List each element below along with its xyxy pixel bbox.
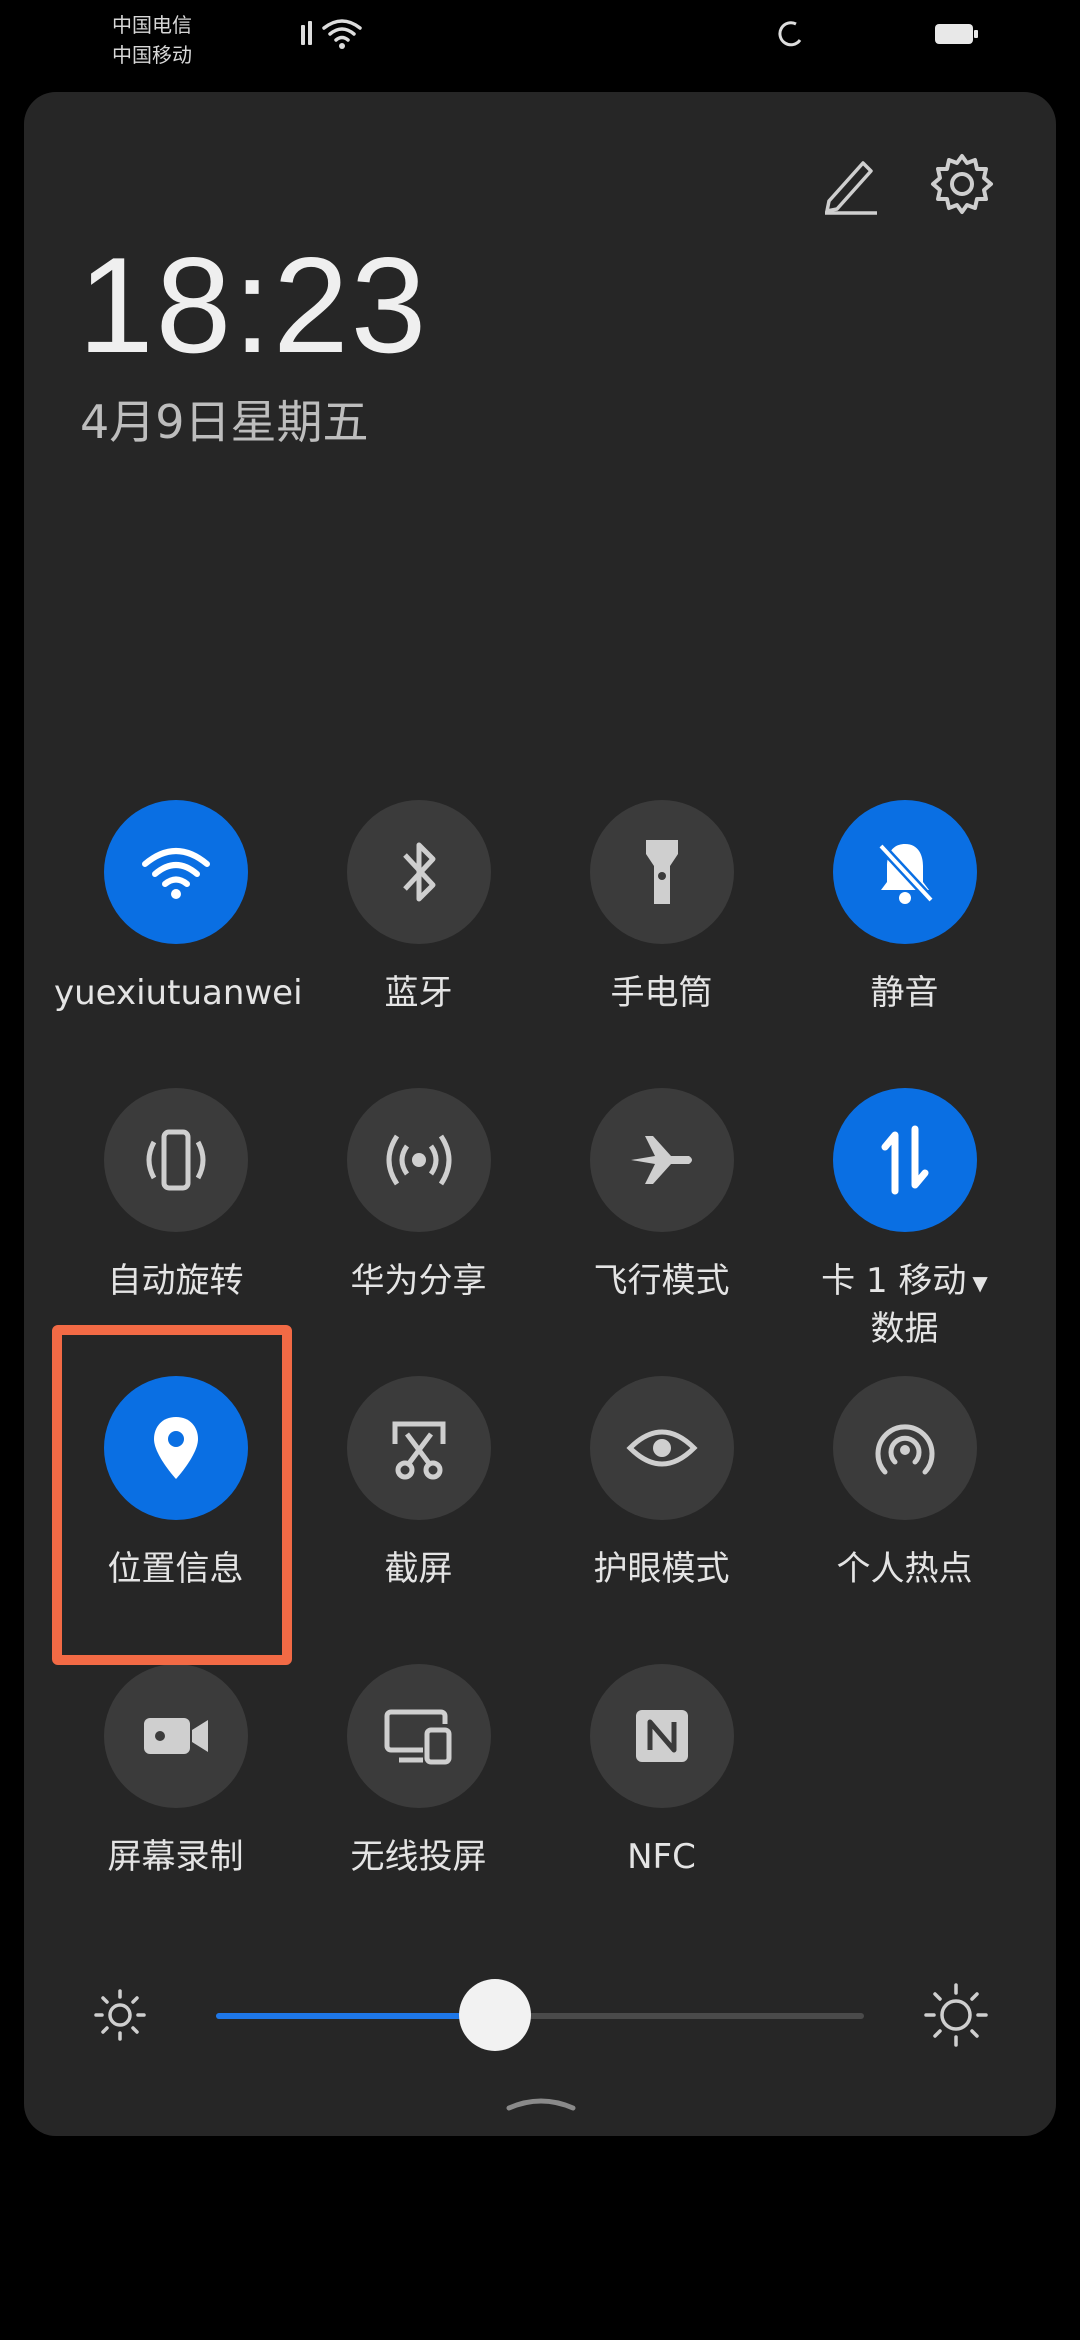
wireless-projection-icon xyxy=(384,1709,451,1765)
tile-wifi[interactable]: yuexiutuanwei xyxy=(54,800,303,1016)
tile-flashlight[interactable]: 手电筒 xyxy=(540,800,783,1016)
tile-wireless-projection-label: 无线投屏 xyxy=(350,1837,487,1877)
brightness-slider-thumb[interactable] xyxy=(458,1979,531,2051)
highlight-box xyxy=(52,1325,292,1665)
brightness-low-icon xyxy=(94,1989,146,2041)
tile-bluetooth[interactable]: 蓝牙 xyxy=(297,800,540,1016)
tile-screen-record[interactable]: 屏幕录制 xyxy=(54,1664,297,1880)
tile-eye-comfort-label: 护眼模式 xyxy=(593,1549,730,1589)
tile-huawei-share-label: 华为分享 xyxy=(350,1261,487,1301)
tile-mobile-data-label: 卡 1 移动 ▼ 数据 xyxy=(783,1258,1026,1352)
tile-mobile-data-label-line2: 数据 xyxy=(870,1308,939,1349)
tile-flashlight-label: 手电筒 xyxy=(610,973,713,1013)
tile-nfc-label: NFC xyxy=(627,1837,696,1877)
share-icon xyxy=(386,1134,451,1186)
mobile-data-icon xyxy=(881,1125,928,1195)
screenshot-icon xyxy=(392,1421,445,1480)
nfc-icon xyxy=(635,1710,688,1762)
wifi-icon xyxy=(141,848,210,899)
tile-auto-rotate[interactable]: 自动旋转 xyxy=(54,1088,297,1304)
tile-silent[interactable]: 静音 xyxy=(783,800,1026,1016)
tile-silent-label: 静音 xyxy=(870,973,939,1013)
screen-record-icon xyxy=(143,1718,208,1754)
tile-screenshot-label: 截屏 xyxy=(384,1549,453,1589)
quick-settings-grid: yuexiutuanwei 蓝牙 手电筒 静音 自动旋转 华为分享 飞行模式 卡… xyxy=(0,0,1080,2000)
tile-mobile-data-label-line1: 卡 1 移动 xyxy=(821,1261,967,1301)
caret-down-icon[interactable]: ▼ xyxy=(972,1271,987,1295)
tile-auto-rotate-label: 自动旋转 xyxy=(107,1261,244,1301)
auto-rotate-icon xyxy=(146,1129,205,1191)
tile-hotspot-label: 个人热点 xyxy=(836,1549,973,1589)
collapse-handle-icon[interactable] xyxy=(505,2090,577,2114)
hotspot-icon xyxy=(875,1424,934,1475)
tile-airplane-mode-label: 飞行模式 xyxy=(593,1261,730,1301)
tile-nfc[interactable]: NFC xyxy=(540,1664,783,1880)
bell-off-icon xyxy=(877,842,934,904)
eye-icon xyxy=(625,1429,698,1467)
tile-screenshot[interactable]: 截屏 xyxy=(297,1376,540,1592)
tile-wireless-projection[interactable]: 无线投屏 xyxy=(297,1664,540,1880)
brightness-slider-fill xyxy=(216,2013,495,2019)
tile-bluetooth-label: 蓝牙 xyxy=(384,973,453,1013)
brightness-slider[interactable] xyxy=(216,1979,864,2051)
tile-eye-comfort[interactable]: 护眼模式 xyxy=(540,1376,783,1592)
tile-mobile-data[interactable]: 卡 1 移动 ▼ 数据 xyxy=(783,1088,1026,1352)
tile-huawei-share[interactable]: 华为分享 xyxy=(297,1088,540,1304)
tile-wifi-label: yuexiutuanwei xyxy=(54,973,303,1013)
tile-airplane-mode[interactable]: 飞行模式 xyxy=(540,1088,783,1304)
bluetooth-icon xyxy=(402,842,435,902)
brightness-high-icon xyxy=(924,1983,988,2047)
airplane-icon xyxy=(630,1136,692,1184)
brightness-control xyxy=(0,1975,1080,2055)
tile-hotspot[interactable]: 个人热点 xyxy=(783,1376,1026,1592)
tile-screen-record-label: 屏幕录制 xyxy=(107,1837,244,1877)
flashlight-icon xyxy=(645,840,678,904)
